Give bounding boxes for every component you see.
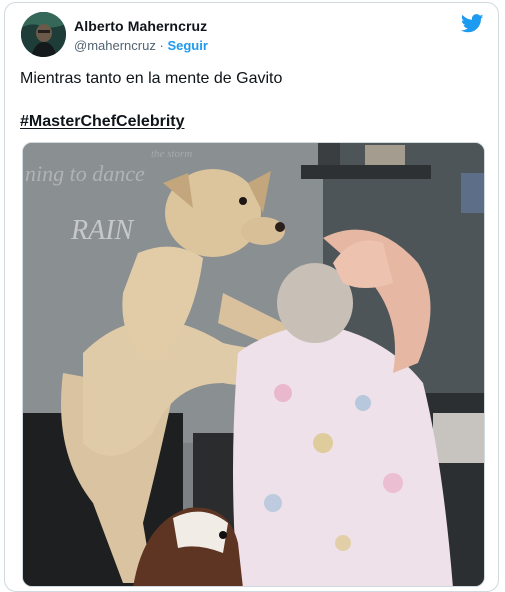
hashtag-link[interactable]: #MasterChefCelebrity — [20, 113, 185, 131]
wall-text-line1: ning to dance — [25, 161, 145, 186]
handle-row: @maherncruz · Seguir — [74, 38, 208, 53]
tweet-text: Mientras tanto en la mente de Gavito — [20, 70, 283, 87]
author-name[interactable]: Alberto Maherncruz — [74, 18, 207, 34]
wall-text-line2: RAIN — [70, 215, 135, 246]
avatar[interactable] — [21, 12, 66, 57]
tweet-card: Alberto Maherncruz @maherncruz · Seguir … — [4, 2, 499, 592]
author-handle[interactable]: @maherncruz — [74, 38, 156, 53]
separator: · — [159, 38, 164, 53]
wall-text-top: the storm — [151, 148, 192, 160]
tweet-media-photo[interactable]: the storm ning to dance RAIN — [22, 142, 485, 587]
twitter-bird-icon[interactable] — [460, 14, 484, 33]
follow-button[interactable]: Seguir — [167, 38, 207, 53]
